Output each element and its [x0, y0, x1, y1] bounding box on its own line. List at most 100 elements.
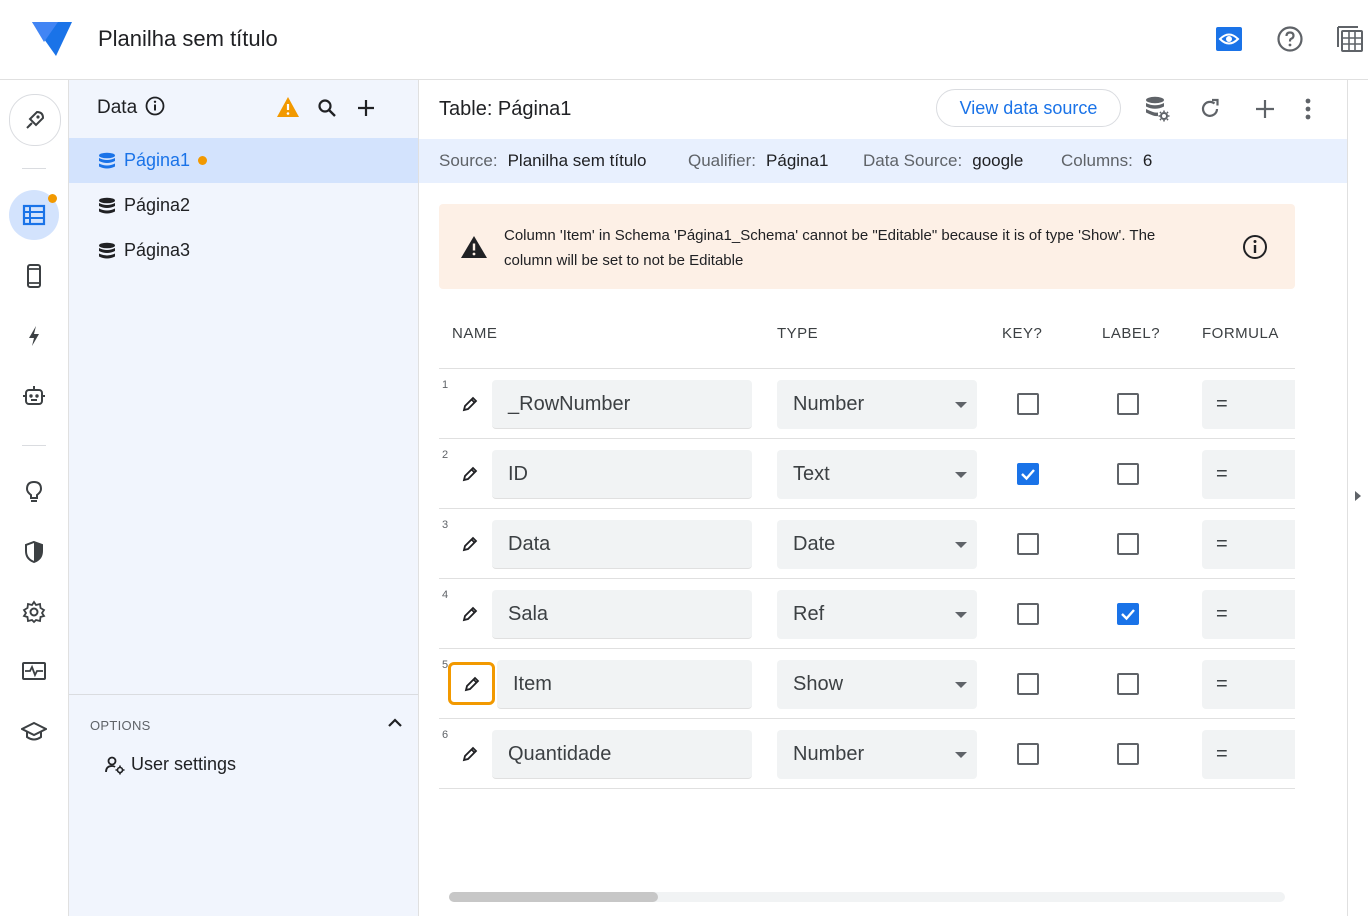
key-checkbox[interactable] — [1017, 463, 1039, 485]
shield-icon[interactable] — [9, 527, 59, 577]
formula-field[interactable]: = — [1202, 660, 1295, 709]
table-row: 4 Sala Ref = — [439, 578, 1295, 649]
formula-field[interactable]: = — [1202, 520, 1295, 569]
col-header-type: TYPE — [777, 325, 819, 342]
horizontal-scroll-thumb[interactable] — [449, 892, 658, 902]
col-header-key: KEY? — [1002, 325, 1043, 342]
edit-pencil-icon[interactable] — [451, 385, 489, 423]
refresh-icon[interactable] — [1192, 91, 1228, 127]
formula-field[interactable]: = — [1202, 450, 1295, 499]
key-checkbox[interactable] — [1017, 673, 1039, 695]
info-icon[interactable] — [1242, 234, 1268, 260]
formula-field[interactable]: = — [1202, 730, 1295, 779]
table-item-pagina3[interactable]: Página3 — [69, 228, 418, 273]
column-type-value: Number — [793, 393, 865, 415]
options-label: OPTIONS — [90, 718, 151, 733]
dropdown-caret-icon — [955, 682, 967, 688]
app-grid-icon[interactable] — [1330, 19, 1368, 59]
col-header-name: NAME — [452, 325, 498, 342]
label-checkbox[interactable] — [1117, 673, 1139, 695]
warning-message: Column 'Item' in Schema 'Página1_Schema'… — [504, 227, 1156, 269]
row-number: 4 — [442, 589, 449, 601]
data-panel-title: Data — [97, 97, 138, 118]
column-type-select[interactable]: Ref — [777, 590, 977, 639]
table-item-label: Página3 — [124, 240, 191, 260]
table-row: 6 Quantidade Number = — [439, 718, 1295, 789]
columns-value: 6 — [1142, 151, 1153, 170]
table-item-label: Página1 — [124, 150, 191, 170]
formula-field[interactable]: = — [1202, 380, 1295, 429]
right-collapsed-panel — [1347, 80, 1368, 916]
key-checkbox[interactable] — [1017, 743, 1039, 765]
column-type-select[interactable]: Date — [777, 520, 977, 569]
chevron-up-icon[interactable] — [387, 717, 403, 729]
rail-divider — [22, 168, 46, 169]
bolt-icon[interactable] — [9, 311, 59, 361]
label-checkbox[interactable] — [1117, 533, 1139, 555]
column-name-field[interactable]: Item — [497, 660, 752, 709]
phone-icon[interactable] — [9, 251, 59, 301]
column-type-select[interactable]: Show — [777, 660, 977, 709]
column-type-value: Number — [793, 743, 865, 765]
help-icon[interactable] — [1270, 19, 1310, 59]
column-name-field[interactable]: Quantidade — [492, 730, 752, 779]
label-checkbox[interactable] — [1117, 743, 1139, 765]
settings-gear-icon[interactable] — [9, 587, 59, 637]
lightbulb-icon[interactable] — [9, 467, 59, 517]
warning-triangle-icon[interactable] — [276, 96, 300, 118]
dropdown-caret-icon — [955, 612, 967, 618]
table-warning-dot — [198, 156, 208, 165]
database-settings-icon[interactable] — [1139, 91, 1175, 127]
edit-pencil-icon[interactable] — [451, 525, 489, 563]
dropdown-caret-icon — [955, 752, 967, 758]
key-checkbox[interactable] — [1017, 603, 1039, 625]
edit-pencil-icon[interactable] — [451, 735, 489, 773]
columns-group: Columns: 6 — [1061, 151, 1152, 171]
row-number: 6 — [442, 729, 449, 741]
column-type-select[interactable]: Text — [777, 450, 977, 499]
appsheet-logo[interactable] — [30, 20, 74, 58]
key-checkbox[interactable] — [1017, 393, 1039, 415]
key-checkbox[interactable] — [1017, 533, 1039, 555]
user-settings-link[interactable]: User settings — [99, 754, 236, 775]
qualifier-value: Página1 — [766, 151, 829, 170]
rocket-icon[interactable] — [9, 94, 61, 146]
label-checkbox[interactable] — [1117, 463, 1139, 485]
school-cap-icon[interactable] — [9, 707, 59, 757]
preview-eye-icon[interactable] — [1209, 19, 1249, 59]
column-name-field[interactable]: Data — [492, 520, 752, 569]
robot-icon[interactable] — [9, 371, 59, 421]
edit-pencil-icon[interactable] — [448, 662, 495, 705]
column-type-value: Ref — [793, 603, 825, 625]
source-group: Source: Planilha sem título — [439, 151, 647, 171]
label-checkbox[interactable] — [1117, 393, 1139, 415]
column-type-select[interactable]: Number — [777, 380, 977, 429]
more-vert-icon[interactable] — [1290, 91, 1326, 127]
label-checkbox[interactable] — [1117, 603, 1139, 625]
table-item-pagina2[interactable]: Página2 — [69, 183, 418, 228]
datasource-label: Data Source: — [863, 151, 963, 170]
database-icon — [98, 197, 116, 215]
info-icon[interactable] — [145, 96, 165, 116]
add-column-icon[interactable] — [1247, 91, 1283, 127]
column-type-select[interactable]: Number — [777, 730, 977, 779]
formula-field[interactable]: = — [1202, 590, 1295, 639]
rail-divider — [22, 445, 46, 446]
edit-pencil-icon[interactable] — [451, 595, 489, 633]
expand-arrow-icon[interactable] — [1354, 490, 1362, 502]
column-name-field[interactable]: Sala — [492, 590, 752, 639]
view-data-source-button[interactable]: View data source — [936, 89, 1121, 127]
monitor-pulse-icon[interactable] — [9, 647, 59, 697]
table-item-pagina1[interactable]: Página1 — [69, 138, 418, 183]
column-type-value: Text — [793, 463, 830, 485]
warning-triangle-icon — [460, 235, 488, 259]
datasource-group: Data Source: google — [863, 151, 1023, 171]
edit-pencil-icon[interactable] — [451, 455, 489, 493]
search-icon[interactable] — [317, 98, 337, 118]
column-name-field[interactable]: _RowNumber — [492, 380, 752, 429]
row-number: 1 — [442, 379, 449, 391]
table-row: 5 Item Show = — [439, 648, 1295, 719]
source-info-bar: Source: Planilha sem título Qualifier: Pág… — [419, 139, 1347, 183]
column-name-field[interactable]: ID — [492, 450, 752, 499]
add-table-icon[interactable] — [356, 98, 376, 118]
